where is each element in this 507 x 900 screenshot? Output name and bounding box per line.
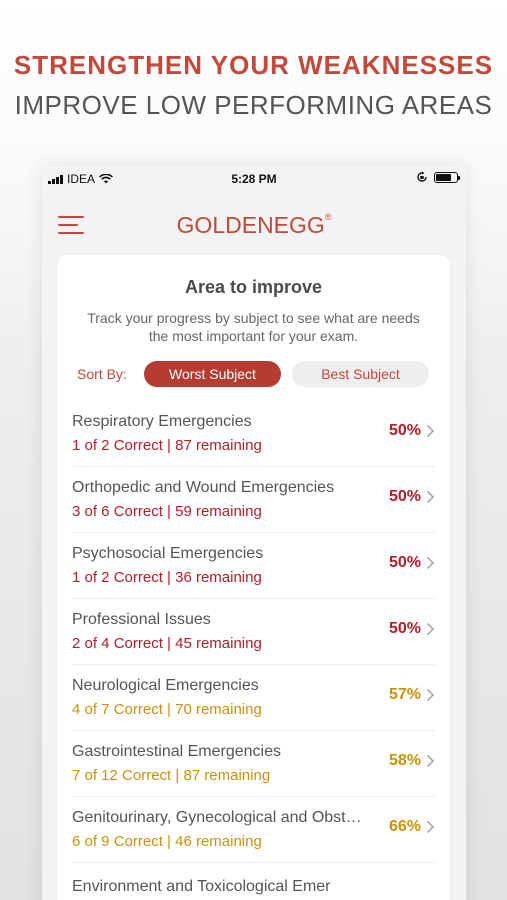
subject-stats: 6 of 9 Correct | 46 remaining <box>72 833 262 850</box>
subject-stats: 7 of 12 Correct | 87 remaining <box>72 767 271 784</box>
subject-name: Professional Issues <box>72 611 211 628</box>
subject-row[interactable]: Gastrointestinal Emergencies 7 of 12 Cor… <box>72 731 435 797</box>
battery-icon <box>434 171 460 183</box>
subject-percent: 50% <box>388 422 421 439</box>
subject-row[interactable]: Environment and Toxicological Emer <box>72 863 435 900</box>
subject-name: Environment and Toxicological Emer <box>72 878 331 895</box>
subject-stats: 2 of 4 Correct | 45 remaining <box>72 635 262 652</box>
phone-screen: IDEA 5:28 PM GOLDENEGG® Area to improve … <box>42 165 466 900</box>
subject-row[interactable]: Orthopedic and Wound Emergencies 3 of 6 … <box>72 467 435 533</box>
chevron-right-icon <box>427 623 434 635</box>
subject-percent: 57% <box>388 686 421 703</box>
subject-stats: 1 of 2 Correct | 87 remaining <box>72 437 262 454</box>
subject-row[interactable]: Respiratory Emergencies 1 of 2 Correct |… <box>72 401 435 467</box>
subject-stats: 1 of 2 Correct | 36 remaining <box>72 569 262 586</box>
sort-best-subject-button[interactable]: Best Subject <box>292 361 429 387</box>
subject-percent: 50% <box>388 620 421 637</box>
sort-worst-subject-button[interactable]: Worst Subject <box>144 361 281 387</box>
card-title: Area to improve <box>184 277 323 297</box>
chevron-right-icon <box>427 689 434 701</box>
area-to-improve-card: Area to improve Track your progress by s… <box>57 255 450 900</box>
rotation-lock-icon <box>417 171 427 182</box>
subject-name: Respiratory Emergencies <box>72 413 252 430</box>
chevron-right-icon <box>427 821 434 833</box>
subject-row[interactable]: Genitourinary, Gynecological and Obstetr… <box>72 797 435 863</box>
subject-name: Orthopedic and Wound Emergencies <box>72 479 335 496</box>
subject-row[interactable]: Neurological Emergencies 4 of 7 Correct … <box>72 665 435 731</box>
subject-percent: 58% <box>388 752 421 769</box>
subject-name: Gastrointestinal Emergencies <box>72 743 281 760</box>
subject-percent: 66% <box>388 818 421 835</box>
app-logo: GOLDENEGG® <box>176 212 332 238</box>
status-bar: IDEA 5:28 PM <box>42 165 466 193</box>
subject-list: Respiratory Emergencies 1 of 2 Correct |… <box>72 401 435 900</box>
chevron-right-icon <box>427 755 434 767</box>
chevron-right-icon <box>427 425 434 437</box>
sort-label: Sort By: <box>77 366 127 382</box>
subject-name: Neurological Emergencies <box>72 677 259 694</box>
card-description: Track your progress by subject to see wh… <box>87 310 420 344</box>
chevron-right-icon <box>427 557 434 569</box>
status-time: 5:28 PM <box>231 172 277 186</box>
promo-headline: STRENGTHEN YOUR WEAKNESSES <box>13 50 494 80</box>
chevron-right-icon <box>427 491 434 503</box>
subject-name: Genitourinary, Gynecological and Obstetr… <box>72 809 362 826</box>
subject-percent: 50% <box>388 488 421 505</box>
promo-subheadline: IMPROVE LOW PERFORMING AREAS <box>14 90 493 120</box>
subject-stats: 4 of 7 Correct | 70 remaining <box>72 701 262 718</box>
subject-percent: 50% <box>388 554 421 571</box>
subject-row[interactable]: Professional Issues 2 of 4 Correct | 45 … <box>72 599 435 665</box>
subject-name: Psychosocial Emergencies <box>72 545 264 562</box>
subject-stats: 3 of 6 Correct | 59 remaining <box>72 503 262 520</box>
sort-controls: Sort By: Worst Subject Best Subject <box>77 361 437 387</box>
subject-row[interactable]: Psychosocial Emergencies 1 of 2 Correct … <box>72 533 435 599</box>
